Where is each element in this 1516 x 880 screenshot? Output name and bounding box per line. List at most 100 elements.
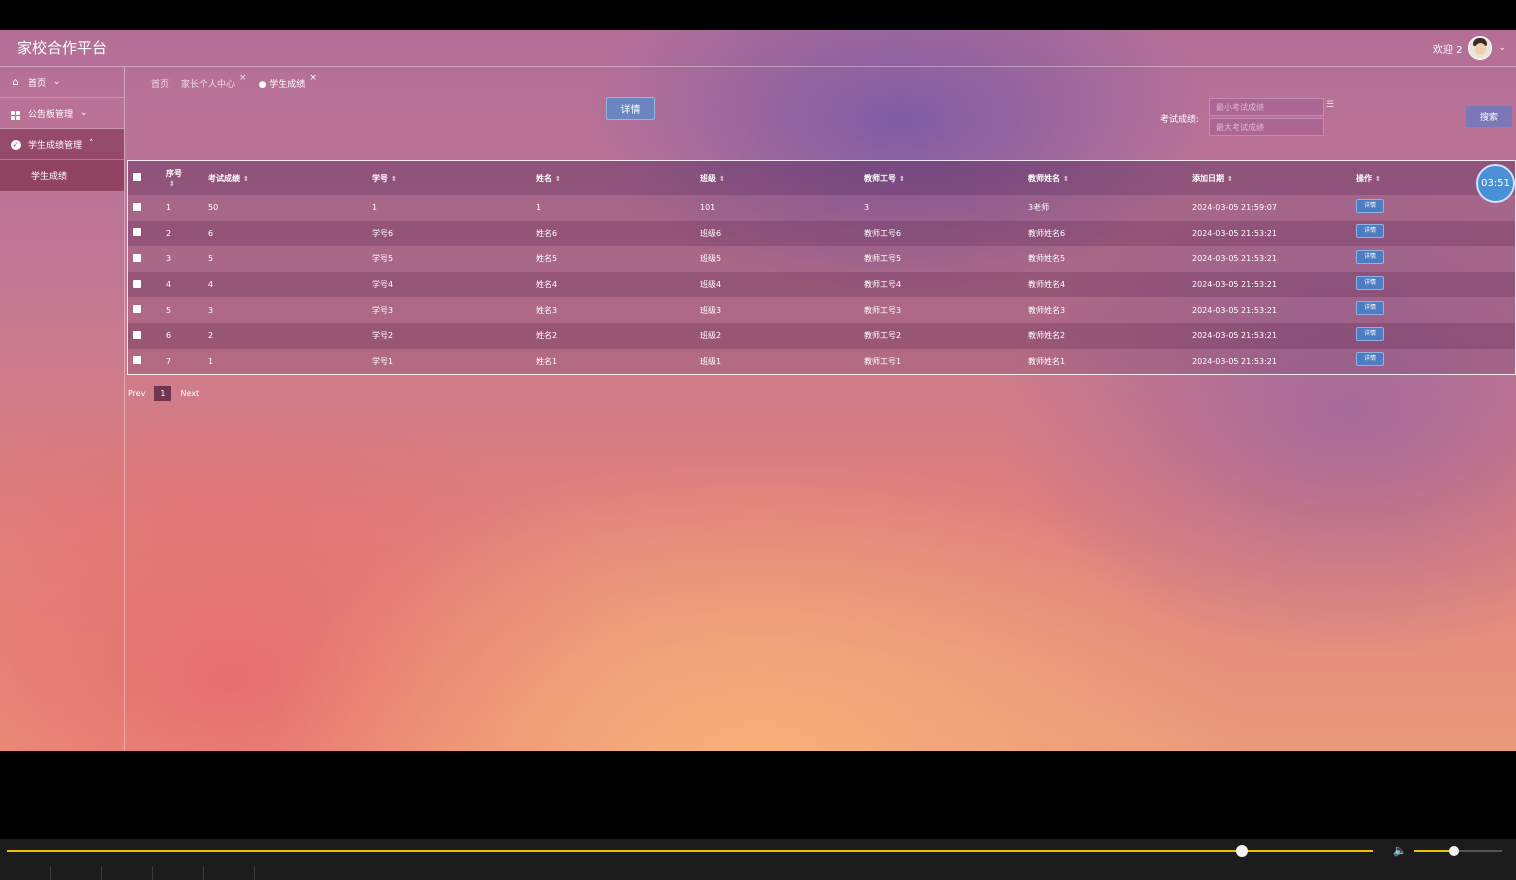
- table-cell: 班级3: [700, 305, 722, 315]
- volume-handle[interactable]: [1449, 846, 1459, 856]
- table-cell: 2024-03-05 21:53:21: [1192, 305, 1277, 315]
- table-cell: 班级5: [700, 254, 722, 264]
- page-number[interactable]: 1: [154, 386, 172, 401]
- sidebar-subitem-student-grades[interactable]: 学生成绩: [0, 160, 124, 191]
- player-tab[interactable]: [102, 866, 153, 880]
- sort-icon: ⇕: [1375, 174, 1381, 183]
- table-cell: 教师工号5: [864, 254, 902, 264]
- table-cell: 50: [208, 203, 219, 213]
- row-detail-button[interactable]: 详情: [1356, 249, 1384, 264]
- menu-icon[interactable]: ☰: [1326, 100, 1334, 110]
- table-row[interactable]: 2 6 学号6 姓名6 班级6 教师工号6 教师姓名6 2024-03-05 21:53:21…: [128, 220, 1515, 247]
- player-tab[interactable]: [153, 866, 204, 880]
- row-detail-button[interactable]: 详情: [1356, 275, 1384, 290]
- table-cell: 2: [166, 228, 172, 238]
- table-row[interactable]: 1 50 1 1 101 3 3老师 2024-03-05 21:59:07 详情: [128, 195, 1515, 221]
- table-cell: 学号1: [372, 356, 394, 366]
- avatar[interactable]: [1468, 36, 1493, 60]
- column-header[interactable]: 学号 ⇕: [372, 161, 536, 195]
- table-row[interactable]: 5 3 学号3 姓名3 班级3 教师工号3 教师姓名3 2024-03-05 21:53:21…: [128, 297, 1515, 323]
- seek-bar[interactable]: [7, 850, 1373, 852]
- table-cell: 班级2: [700, 331, 722, 341]
- table-cell: 3: [166, 254, 172, 264]
- row-detail-button[interactable]: 详情: [1356, 301, 1384, 316]
- column-header[interactable]: 姓名 ⇕: [536, 161, 700, 195]
- column-header[interactable]: 教师姓名 ⇕: [1028, 161, 1192, 195]
- chevron-up-icon: ˄: [89, 139, 94, 149]
- select-all-checkbox[interactable]: [133, 173, 141, 181]
- table-cell: 教师姓名3: [1028, 305, 1066, 315]
- row-detail-button[interactable]: 详情: [1356, 198, 1384, 213]
- table-cell: 教师工号6: [864, 228, 902, 238]
- row-checkbox[interactable]: [133, 356, 141, 365]
- row-checkbox[interactable]: [133, 330, 141, 339]
- row-checkbox[interactable]: [133, 228, 141, 237]
- sidebar-item-notice-board[interactable]: 公告板管理 ⌄: [0, 98, 124, 129]
- sort-icon: ⇕: [169, 180, 175, 188]
- column-header[interactable]: 序号 ⇕: [166, 161, 208, 195]
- user-menu[interactable]: 欢迎 2 ⌄: [1433, 33, 1506, 63]
- close-icon[interactable]: ×: [309, 73, 317, 83]
- table-row[interactable]: 3 5 学号5 姓名5 班级5 教师工号5 教师姓名5 2024-03-05 21:53:21…: [128, 246, 1515, 272]
- detail-button[interactable]: 详情: [606, 97, 655, 120]
- table-cell: 2024-03-05 21:59:07: [1192, 203, 1277, 213]
- volume-icon[interactable]: 🔈: [1393, 844, 1407, 857]
- sort-icon: ⇕: [719, 174, 725, 183]
- table-row[interactable]: 7 1 学号1 姓名1 班级1 教师工号1 教师姓名1 2024-03-05 21:53:21…: [128, 348, 1515, 375]
- pagination: Prev 1 Next: [128, 386, 199, 401]
- table-cell: 教师姓名6: [1028, 228, 1066, 238]
- table-cell: 2: [208, 331, 214, 341]
- player-tab-strip: [0, 866, 255, 880]
- app-title: 家校合作平台: [17, 39, 108, 57]
- table-cell: 3: [864, 203, 870, 213]
- next-page-link[interactable]: Next: [180, 389, 199, 398]
- row-checkbox[interactable]: [133, 202, 141, 211]
- row-detail-button[interactable]: 详情: [1356, 352, 1384, 367]
- timer-badge[interactable]: 03:51: [1476, 164, 1515, 203]
- sidebar-item-home[interactable]: ⌂ 首页 ⌄: [0, 67, 124, 98]
- table-cell: 学号3: [372, 305, 394, 315]
- close-icon[interactable]: ×: [239, 73, 247, 83]
- breadcrumb-home[interactable]: 首页: [151, 77, 169, 90]
- prev-page-link[interactable]: Prev: [128, 389, 145, 398]
- row-detail-button[interactable]: 详情: [1356, 326, 1384, 341]
- min-score-input[interactable]: [1209, 98, 1324, 116]
- table-row[interactable]: 4 4 学号4 姓名4 班级4 教师工号4 教师姓名4 2024-03-05 21:53:21…: [128, 271, 1515, 298]
- table-cell: 教师工号3: [864, 305, 902, 315]
- table-cell: 4: [208, 280, 214, 290]
- table-cell: 教师工号1: [864, 356, 902, 366]
- volume-fill: [1414, 850, 1454, 852]
- search-button[interactable]: 搜索: [1466, 106, 1512, 127]
- seek-handle[interactable]: [1236, 845, 1248, 857]
- sort-icon: ⇕: [1227, 174, 1233, 183]
- table-cell: 姓名6: [536, 228, 558, 238]
- player-tab[interactable]: [51, 866, 102, 880]
- grid-icon: [10, 107, 21, 120]
- player-tab[interactable]: [0, 866, 51, 880]
- table-cell: 2024-03-05 21:53:21: [1192, 228, 1277, 238]
- column-header[interactable]: 添加日期 ⇕: [1192, 161, 1356, 195]
- chevron-down-icon[interactable]: ⌄: [1498, 43, 1506, 53]
- breadcrumb-current[interactable]: ● 学生成绩×: [259, 73, 317, 90]
- row-checkbox[interactable]: [133, 253, 141, 262]
- column-header[interactable]: 教师工号 ⇕: [864, 161, 1028, 195]
- table-cell: 学号5: [372, 254, 394, 264]
- table-cell: 班级6: [700, 228, 722, 238]
- row-checkbox[interactable]: [133, 279, 141, 288]
- table-cell: 1: [166, 203, 172, 213]
- table-cell: 3老师: [1028, 203, 1050, 213]
- column-header[interactable]: 班级 ⇕: [700, 161, 864, 195]
- table-cell: 姓名2: [536, 331, 558, 341]
- table-cell: 班级4: [700, 280, 722, 290]
- player-tab[interactable]: [204, 866, 255, 880]
- home-icon: ⌂: [12, 76, 19, 88]
- breadcrumb-parent-center[interactable]: 家长个人中心×: [181, 73, 247, 90]
- table-cell: 7: [166, 356, 172, 366]
- row-checkbox[interactable]: [133, 305, 141, 314]
- row-detail-button[interactable]: 详情: [1356, 224, 1384, 239]
- column-header[interactable]: 考试成绩 ⇕: [208, 161, 372, 195]
- max-score-input[interactable]: [1209, 118, 1324, 136]
- sidebar-item-grade-management[interactable]: ✓ 学生成绩管理 ˄: [0, 129, 124, 160]
- table-cell: 教师姓名5: [1028, 254, 1066, 264]
- table-row[interactable]: 6 2 学号2 姓名2 班级2 教师工号2 教师姓名2 2024-03-05 21:53:21…: [128, 322, 1515, 349]
